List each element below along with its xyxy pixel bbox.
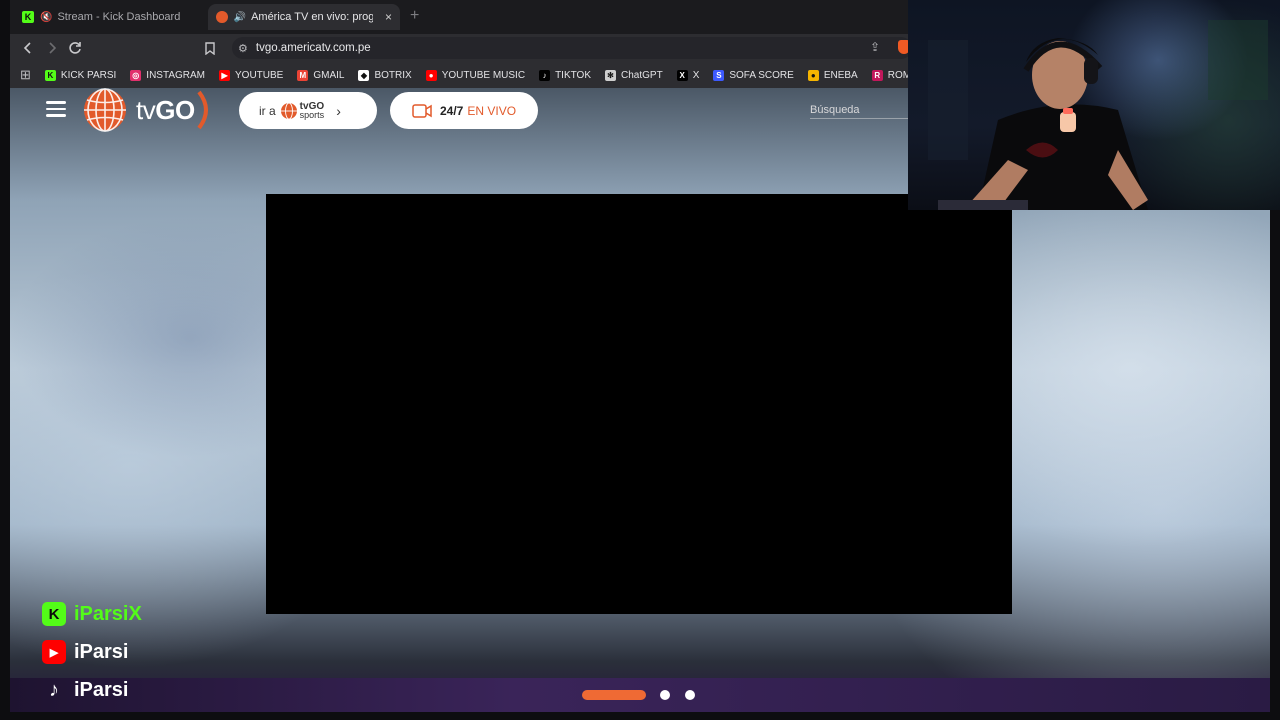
youtube-icon: ▶ [219,69,231,81]
bookmark-item[interactable]: ♪ TIKTOK [539,69,591,81]
bookmark-item[interactable]: M GMAIL [297,69,345,81]
bookmark-label: BOTRIX [374,69,412,81]
menu-icon[interactable] [46,101,66,117]
address-bar[interactable]: ⚙ tvgo.americatv.com.pe [232,37,912,59]
live-label-a: 24/7 [440,103,464,118]
tab-americatv[interactable]: 🔊 América TV en vivo: program × [208,4,400,30]
bookmark-label: GMAIL [313,69,345,81]
chevron-right-icon: › [336,102,341,119]
tiktok-icon: ♪ [539,69,551,81]
social-handle-name: iParsiX [74,602,142,625]
carousel-indicator [582,689,710,701]
chatgpt-icon: ✻ [605,69,616,81]
sports-button-prefix: ir a [259,103,276,118]
america-globe-icon [84,88,126,132]
bookmark-item[interactable]: ▶ YOUTUBE [219,69,284,81]
share-icon[interactable]: ⇪ [870,40,880,54]
muted-speaker-icon[interactable]: 🔇 [40,12,52,23]
youtube-music-icon: ● [425,69,437,81]
bookmark-item[interactable]: K KICK PARSI [44,69,117,81]
bookmark-label: KICK PARSI [60,69,117,81]
bookmark-label: YOUTUBE MUSIC [441,69,526,81]
bookmark-item[interactable]: ◆ BOTRIX [358,69,412,81]
bookmark-label: YOUTUBE [235,69,284,81]
carousel-dot[interactable] [660,690,670,700]
americatv-icon [216,11,228,23]
sofascore-icon: S [713,69,725,81]
kick-icon: K [44,69,56,81]
kick-icon: K [42,602,66,626]
bookmark-label: ENEBA [823,69,858,81]
social-handles: KiParsiX ▶ iParsi ♪ iParsi [42,602,142,716]
tvgo-sports-button[interactable]: ir a tvGO sports › [239,92,377,129]
stream-frame: K 🔇 Stream - Kick Dashboard 🔊 América TV… [0,0,1280,720]
bookmark-label: SOFA SCORE [729,69,794,81]
streamer-camera-image [928,20,1268,210]
live-label-b: EN VIVO [467,103,517,118]
kick-icon: K [22,11,34,23]
live-247-button[interactable]: 24/7 EN VIVO [390,92,538,129]
apps-grid-icon[interactable]: ⊞ [20,67,31,83]
romsfun-icon: R [871,69,883,81]
botrix-icon: ◆ [358,69,370,81]
social-handle-name: iParsi [74,640,129,663]
tvgo-logo[interactable]: tvGO [82,88,211,132]
back-button[interactable] [18,38,38,58]
tiktok-icon: ♪ [49,678,59,701]
bookmark-icon [205,41,215,55]
instagram-icon: ◎ [130,69,142,81]
mini-globe-icon [280,102,297,119]
youtube-icon: ▶ [42,640,66,664]
gmail-icon: M [297,69,309,81]
social-handle-name: iParsi [74,678,129,701]
x-icon: X [676,69,688,81]
eneba-icon: ● [807,69,819,81]
social-youtube: ▶ iParsi [42,640,142,664]
bookmark-item[interactable]: XX [676,69,700,81]
bookmark-label: ChatGPT [621,69,663,81]
reload-button[interactable] [65,38,85,58]
bookmark-label: INSTAGRAM [146,69,206,81]
carousel-dot[interactable] [685,690,695,700]
bookmark-item[interactable]: ✻ ChatGPT [605,69,663,81]
tab-title: Stream - Kick Dashboard [57,11,181,23]
speaker-icon[interactable]: 🔊 [234,12,246,23]
video-camera-icon [412,103,432,118]
webcam-overlay [908,0,1280,210]
reload-icon [69,42,81,54]
bookmark-page-button[interactable] [200,38,220,58]
chevron-left-icon [23,42,31,54]
bookmark-label: X [692,69,700,81]
logo-wordmark: tvGO [136,94,195,125]
bookmark-item[interactable]: ◎ INSTAGRAM [130,69,206,81]
logo-paren-icon [197,90,208,130]
forward-button[interactable] [42,38,62,58]
bookmark-item[interactable]: ● YOUTUBE MUSIC [425,69,526,81]
chevron-right-icon [49,42,57,54]
social-tiktok: ♪ iParsi [42,678,142,702]
close-tab-icon[interactable]: × [385,10,392,24]
new-tab-button[interactable]: + [410,7,419,25]
bookmark-item[interactable]: S SOFA SCORE [713,69,794,81]
video-player[interactable] [266,194,1012,614]
search-input[interactable]: Búsqueda [810,104,910,119]
sports-brand-bottom: sports [299,110,325,120]
tab-title: América TV en vivo: program [251,11,373,23]
bookmark-label: TIKTOK [555,69,591,81]
carousel-active-indicator[interactable] [582,690,646,700]
social-kick: KiParsiX [42,602,142,626]
url-text: tvgo.americatv.com.pe [255,42,371,54]
bookmark-item[interactable]: ● ENEBA [807,69,858,81]
site-settings-icon[interactable]: ⚙ [238,42,248,55]
tab-kick-dashboard[interactable]: K 🔇 Stream - Kick Dashboard [14,4,210,30]
